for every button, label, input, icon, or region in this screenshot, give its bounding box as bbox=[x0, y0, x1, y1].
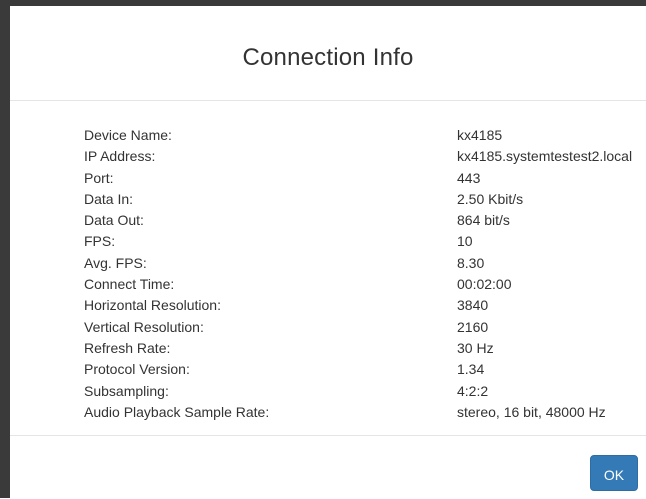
info-label: Device Name: bbox=[84, 127, 172, 143]
info-value: 1.34 bbox=[457, 361, 485, 378]
dialog-footer: OK bbox=[10, 435, 646, 499]
info-value: 864 bit/s bbox=[457, 212, 510, 229]
info-value: 2160 bbox=[457, 318, 489, 335]
info-value: 30 Hz bbox=[457, 339, 494, 356]
info-label: Data In: bbox=[84, 190, 134, 207]
info-row-fps: FPS: 10 bbox=[84, 231, 644, 252]
info-row-device-name: Device Name: kx4185 bbox=[84, 125, 644, 146]
info-value: 4:2:2 bbox=[457, 382, 489, 399]
info-value: stereo, 16 bit, 48000 Hz bbox=[457, 403, 606, 420]
info-value: 3840 bbox=[457, 297, 489, 314]
info-label: Subsampling: bbox=[84, 382, 169, 399]
info-row-vertical-resolution: Vertical Resolution: 2160 bbox=[84, 317, 644, 338]
info-row-avg-fps: Avg. FPS: 8.30 bbox=[84, 253, 644, 274]
dialog-header: Connection Info bbox=[10, 6, 646, 101]
info-label: Audio Playback Sample Rate: bbox=[84, 403, 270, 420]
connection-info-list: Device Name: kx4185 IP Address: kx4185.s… bbox=[84, 125, 644, 423]
dialog-body: Device Name: kx4185 IP Address: kx4185.s… bbox=[10, 101, 646, 435]
background-edge-left bbox=[0, 0, 10, 498]
info-row-data-out: Data Out: 864 bit/s bbox=[84, 210, 644, 231]
info-row-subsampling: Subsampling: 4:2:2 bbox=[84, 381, 644, 402]
info-label: Vertical Resolution: bbox=[84, 318, 204, 335]
connection-info-dialog: Connection Info Device Name: kx4185 IP A… bbox=[10, 6, 646, 498]
info-label: Port: bbox=[84, 169, 114, 186]
info-row-horizontal-resolution: Horizontal Resolution: 3840 bbox=[84, 295, 644, 316]
info-row-refresh-rate: Refresh Rate: 30 Hz bbox=[84, 338, 644, 359]
info-row-port: Port: 443 bbox=[84, 168, 644, 189]
info-label: FPS: bbox=[84, 233, 116, 250]
info-row-connect-time: Connect Time: 00:02:00 bbox=[84, 274, 644, 295]
info-value: 8.30 bbox=[457, 254, 485, 271]
info-value: kx4185.systemtestest2.local bbox=[457, 148, 633, 165]
info-value: kx4185 bbox=[457, 127, 503, 143]
screen: Connection Info Device Name: kx4185 IP A… bbox=[0, 0, 646, 498]
info-row-data-in: Data In: 2.50 Kbit/s bbox=[84, 189, 644, 210]
info-label: Refresh Rate: bbox=[84, 339, 171, 356]
info-label: Horizontal Resolution: bbox=[84, 297, 221, 314]
info-label: Avg. FPS: bbox=[84, 254, 147, 271]
info-label: Data Out: bbox=[84, 212, 144, 229]
info-row-audio-playback-sample-rate: Audio Playback Sample Rate: stereo, 16 b… bbox=[84, 402, 644, 423]
dialog-title: Connection Info bbox=[242, 44, 414, 71]
info-row-protocol-version: Protocol Version: 1.34 bbox=[84, 359, 644, 380]
info-label: Connect Time: bbox=[84, 276, 175, 293]
info-label: IP Address: bbox=[84, 148, 156, 165]
info-row-ip-address: IP Address: kx4185.systemtestest2.local bbox=[84, 146, 644, 167]
ok-button[interactable]: OK bbox=[590, 455, 638, 491]
info-label: Protocol Version: bbox=[84, 361, 190, 378]
info-value: 10 bbox=[457, 233, 473, 250]
info-value: 2.50 Kbit/s bbox=[457, 190, 524, 207]
info-value: 443 bbox=[457, 169, 481, 186]
info-value: 00:02:00 bbox=[457, 276, 512, 293]
